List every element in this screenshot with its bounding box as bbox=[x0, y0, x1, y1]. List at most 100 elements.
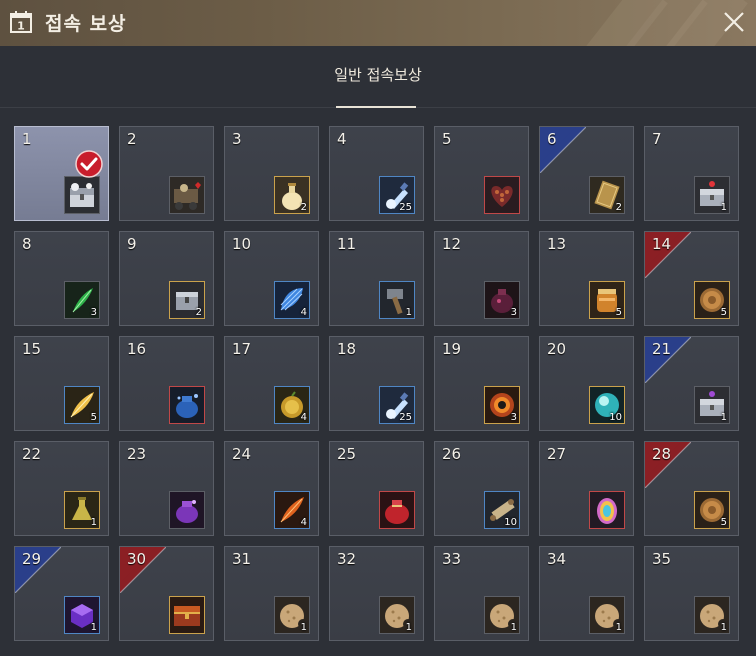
calendar-icon: 1 bbox=[10, 11, 32, 33]
reward-item[interactable]: 4 bbox=[274, 491, 310, 529]
item-quantity: 3 bbox=[510, 412, 517, 423]
reward-item[interactable]: 10 bbox=[484, 491, 520, 529]
reward-item[interactable] bbox=[589, 491, 625, 529]
reward-cell-day-21[interactable]: 21 1 bbox=[644, 336, 739, 431]
reward-cell-day-3[interactable]: 32 bbox=[224, 126, 319, 221]
reward-item[interactable]: 25 bbox=[379, 176, 415, 214]
reward-item[interactable]: 2 bbox=[274, 176, 310, 214]
reward-item[interactable]: 1 bbox=[694, 176, 730, 214]
reward-cell-day-23[interactable]: 23 bbox=[119, 441, 214, 536]
reward-cell-day-30[interactable]: 30 bbox=[119, 546, 214, 641]
reward-item[interactable] bbox=[64, 176, 100, 214]
reward-cell-day-20[interactable]: 20 10 bbox=[539, 336, 634, 431]
item-quantity: 5 bbox=[720, 307, 727, 318]
reward-item[interactable]: 1 bbox=[274, 596, 310, 634]
day-number: 8 bbox=[22, 235, 32, 253]
day-number: 5 bbox=[442, 130, 452, 148]
item-quantity: 1 bbox=[90, 622, 97, 633]
reward-item[interactable]: 1 bbox=[64, 491, 100, 529]
reward-item[interactable]: 5 bbox=[694, 281, 730, 319]
reward-item[interactable] bbox=[169, 386, 205, 424]
item-quantity: 1 bbox=[720, 412, 727, 423]
reward-cell-day-8[interactable]: 83 bbox=[14, 231, 109, 326]
tab-bar: 일반 접속보상 bbox=[0, 46, 756, 108]
reward-cell-day-12[interactable]: 12 3 bbox=[434, 231, 529, 326]
reward-item[interactable]: 1 bbox=[694, 596, 730, 634]
reward-item[interactable]: 1 bbox=[379, 596, 415, 634]
day-number: 10 bbox=[232, 235, 252, 253]
window-title: 접속 보상 bbox=[45, 13, 127, 35]
reward-cell-day-32[interactable]: 32 1 bbox=[329, 546, 424, 641]
reward-cell-day-22[interactable]: 22 1 bbox=[14, 441, 109, 536]
day-number: 15 bbox=[22, 340, 42, 358]
reward-item[interactable] bbox=[379, 491, 415, 529]
reward-cell-day-19[interactable]: 19 3 bbox=[434, 336, 529, 431]
close-icon[interactable] bbox=[722, 10, 746, 34]
reward-cell-day-9[interactable]: 92 bbox=[119, 231, 214, 326]
reward-item[interactable]: 1 bbox=[64, 596, 100, 634]
treasure-cart-icon bbox=[170, 177, 204, 213]
reward-cell-day-6[interactable]: 62 bbox=[539, 126, 634, 221]
reward-cell-day-2[interactable]: 2 bbox=[119, 126, 214, 221]
reward-item[interactable]: 3 bbox=[484, 281, 520, 319]
reward-item[interactable]: 4 bbox=[274, 281, 310, 319]
item-quantity: 4 bbox=[300, 307, 307, 318]
reward-item[interactable]: 1 bbox=[694, 386, 730, 424]
reward-cell-day-7[interactable]: 71 bbox=[644, 126, 739, 221]
reward-item[interactable]: 5 bbox=[589, 281, 625, 319]
item-quantity: 10 bbox=[504, 517, 517, 528]
reward-cell-day-24[interactable]: 24 4 bbox=[224, 441, 319, 536]
reward-cell-day-17[interactable]: 17 4 bbox=[224, 336, 319, 431]
reward-item[interactable]: 1 bbox=[379, 281, 415, 319]
reward-cell-day-15[interactable]: 15 5 bbox=[14, 336, 109, 431]
reward-item[interactable] bbox=[169, 491, 205, 529]
reward-cell-day-16[interactable]: 16 bbox=[119, 336, 214, 431]
reward-cell-day-18[interactable]: 18 25 bbox=[329, 336, 424, 431]
reward-item[interactable]: 5 bbox=[694, 491, 730, 529]
reward-item[interactable]: 3 bbox=[484, 386, 520, 424]
rainbow-egg-icon bbox=[590, 492, 624, 528]
reward-cell-day-1[interactable]: 1 bbox=[14, 126, 109, 221]
reward-cell-day-11[interactable]: 11 1 bbox=[329, 231, 424, 326]
reward-cell-day-34[interactable]: 34 1 bbox=[539, 546, 634, 641]
reward-cell-day-31[interactable]: 31 1 bbox=[224, 546, 319, 641]
tab-general-attendance[interactable]: 일반 접속보상 bbox=[320, 64, 436, 108]
day-number: 17 bbox=[232, 340, 252, 358]
reward-cell-day-29[interactable]: 29 1 bbox=[14, 546, 109, 641]
day-number: 7 bbox=[652, 130, 662, 148]
reward-cell-day-10[interactable]: 10 4 bbox=[224, 231, 319, 326]
reward-cell-day-33[interactable]: 33 1 bbox=[434, 546, 529, 641]
reward-item[interactable]: 1 bbox=[589, 596, 625, 634]
reward-item[interactable]: 4 bbox=[274, 386, 310, 424]
item-quantity: 5 bbox=[615, 307, 622, 318]
reward-cell-day-5[interactable]: 5 bbox=[434, 126, 529, 221]
reward-item[interactable]: 5 bbox=[64, 386, 100, 424]
reward-cell-day-4[interactable]: 4 25 bbox=[329, 126, 424, 221]
reward-item[interactable] bbox=[169, 596, 205, 634]
reward-item[interactable]: 10 bbox=[589, 386, 625, 424]
day-number: 16 bbox=[127, 340, 147, 358]
item-quantity: 1 bbox=[720, 202, 727, 213]
reward-cell-day-35[interactable]: 35 1 bbox=[644, 546, 739, 641]
reward-item[interactable] bbox=[169, 176, 205, 214]
reward-item[interactable]: 25 bbox=[379, 386, 415, 424]
reward-cell-day-26[interactable]: 26 10 bbox=[434, 441, 529, 536]
reward-cell-day-13[interactable]: 13 5 bbox=[539, 231, 634, 326]
reward-cell-day-14[interactable]: 14 5 bbox=[644, 231, 739, 326]
item-quantity: 25 bbox=[399, 412, 412, 423]
item-quantity: 4 bbox=[300, 412, 307, 423]
gold-chest-icon bbox=[170, 597, 204, 633]
purple-sack-icon bbox=[170, 492, 204, 528]
reward-item[interactable]: 3 bbox=[64, 281, 100, 319]
reward-item[interactable]: 2 bbox=[589, 176, 625, 214]
reward-item[interactable] bbox=[484, 176, 520, 214]
heart-box-icon bbox=[485, 177, 519, 213]
reward-cell-day-25[interactable]: 25 bbox=[329, 441, 424, 536]
item-quantity: 5 bbox=[90, 412, 97, 423]
reward-item[interactable]: 1 bbox=[484, 596, 520, 634]
day-number: 29 bbox=[22, 550, 42, 568]
reward-cell-day-28[interactable]: 28 5 bbox=[644, 441, 739, 536]
attendance-reward-window: 1 접속 보상 일반 접속보상 1 2 3 2 4 25 5 6 2 7 1 8 3 9 2 10 4 11 1 12… bbox=[0, 0, 756, 656]
reward-cell-day-27[interactable]: 27 bbox=[539, 441, 634, 536]
reward-item[interactable]: 2 bbox=[169, 281, 205, 319]
